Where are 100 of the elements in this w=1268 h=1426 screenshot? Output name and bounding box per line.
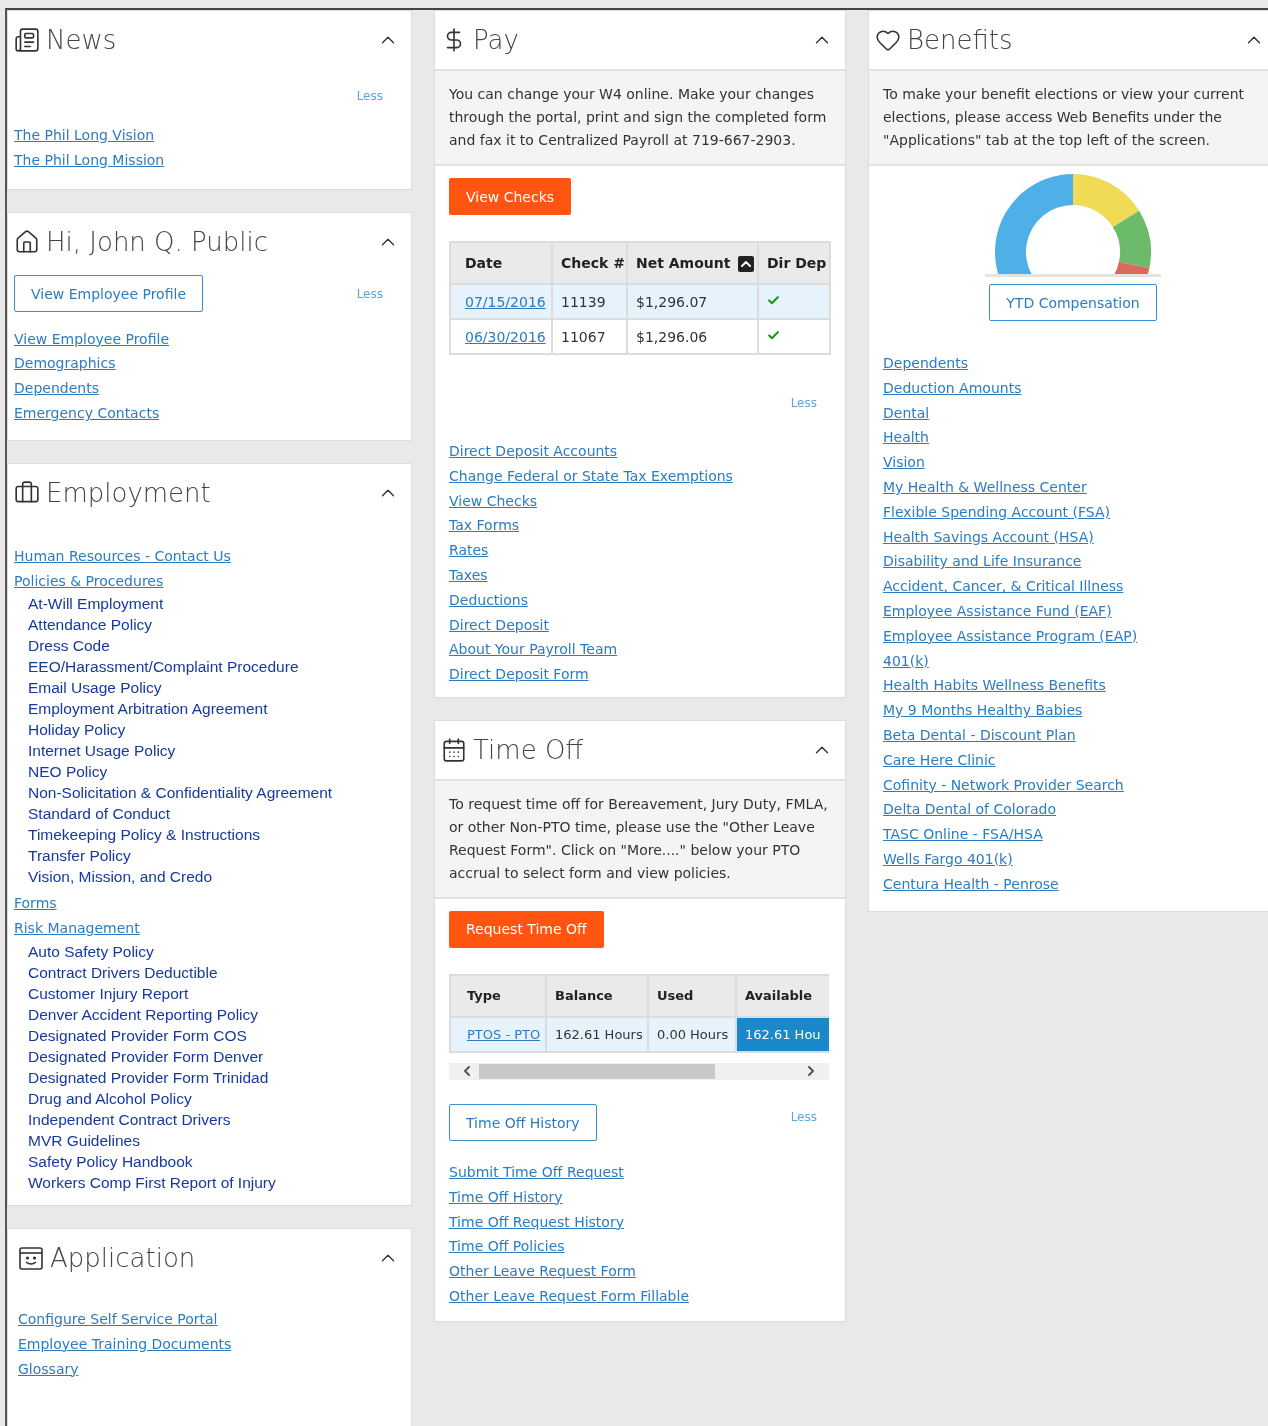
link[interactable]: My Health & Wellness Center [883, 475, 1087, 500]
link[interactable]: Tax Forms [449, 513, 520, 539]
link[interactable]: Employee Assistance Program (EAP) [883, 623, 1138, 649]
link[interactable]: Time Off Policies [449, 1234, 565, 1260]
link[interactable]: The Phil Long Vision [14, 123, 155, 148]
link[interactable]: Risk Management [14, 916, 140, 941]
link[interactable]: Submit Time Off Request [449, 1159, 624, 1185]
link[interactable]: Delta Dental of Colorado [883, 797, 1056, 823]
policy-link[interactable]: Transfer Policy [28, 845, 131, 867]
link[interactable]: 401(k) [883, 648, 929, 674]
link[interactable]: View Employee Profile [14, 326, 169, 352]
less-link[interactable]: Less [356, 286, 383, 301]
scroll-thumb[interactable] [479, 1063, 715, 1079]
link[interactable]: The Phil Long Mission [14, 147, 165, 173]
link[interactable]: Beta Dental - Discount Plan [883, 722, 1076, 748]
policy-link[interactable]: Attendance Policy [28, 614, 153, 636]
link[interactable]: My 9 Months Healthy Babies [883, 698, 1083, 723]
link[interactable]: Employee Assistance Fund (EAF) [883, 598, 1112, 624]
link[interactable]: Emergency Contacts [14, 401, 160, 426]
column-header[interactable]: Available [736, 974, 829, 1017]
link[interactable]: Health [883, 425, 929, 451]
policy-link[interactable]: Customer Injury Report [28, 982, 189, 1004]
link[interactable]: Change Federal or State Tax Exemptions [449, 463, 733, 489]
policy-link[interactable]: Standard of Conduct [28, 803, 171, 825]
link[interactable]: Glossary [18, 1356, 79, 1382]
policy-link[interactable]: Auto Safety Policy [28, 940, 154, 962]
link[interactable]: Health Savings Account (HSA) [883, 524, 1094, 550]
policy-link[interactable]: Employment Arbitration Agreement [28, 698, 268, 720]
link[interactable]: Flexible Spending Account (FSA) [883, 499, 1110, 525]
link[interactable]: Other Leave Request Form Fillable [449, 1283, 689, 1309]
time-off-history-button[interactable]: Time Off History [449, 1104, 597, 1142]
link[interactable]: Vision [883, 450, 925, 475]
link[interactable]: Rates [449, 538, 489, 563]
policy-link[interactable]: Holiday Policy [28, 719, 126, 741]
link[interactable]: Wells Fargo 401(k) [883, 846, 1013, 872]
link[interactable]: Dental [883, 400, 930, 426]
link[interactable]: Deduction Amounts [883, 375, 1022, 401]
policy-link[interactable]: Workers Comp First Report of Injury [28, 1171, 276, 1193]
request-time-off-button[interactable]: Request Time Off [449, 910, 604, 948]
policy-link[interactable]: Dress Code [28, 635, 110, 657]
column-header[interactable]: Used [648, 974, 736, 1017]
link[interactable]: Dependents [883, 351, 968, 376]
policy-link[interactable]: Vision, Mission, and Credo [28, 866, 213, 888]
link[interactable]: Employee Training Documents [18, 1331, 232, 1357]
table-row[interactable]: PTOS - PTO 162.61 Hours 0.00 Hours 162.61 Hou [450, 1016, 829, 1052]
policy-link[interactable]: Timekeeping Policy & Instructions [28, 824, 261, 846]
link[interactable]: Time Off Request History [449, 1209, 624, 1235]
policy-link[interactable]: Designated Provider Form COS [28, 1024, 247, 1046]
policy-link[interactable]: NEO Policy [28, 761, 108, 783]
policy-link[interactable]: Denver Accident Reporting Policy [28, 1003, 259, 1025]
link[interactable]: View Checks [449, 488, 538, 514]
link[interactable]: Demographics [14, 351, 116, 377]
column-header[interactable]: Date [450, 242, 552, 284]
link[interactable]: TASC Online - FSA/HSA [883, 822, 1043, 847]
link[interactable]: Forms [14, 891, 57, 917]
column-header[interactable]: Balance [546, 974, 648, 1017]
less-link[interactable]: Less [356, 89, 383, 103]
link[interactable]: Cofinity - Network Provider Search [883, 772, 1124, 798]
horizontal-scrollbar[interactable] [449, 1062, 829, 1080]
link[interactable]: Accident, Cancer, & Critical Illness [883, 574, 1124, 599]
column-header[interactable]: Dir Dep [758, 242, 830, 284]
link[interactable]: Centura Health - Penrose [883, 871, 1059, 897]
link[interactable]: Direct Deposit Accounts [449, 439, 618, 464]
link[interactable]: Other Leave Request Form [449, 1259, 636, 1284]
policy-link[interactable]: Designated Provider Form Trinidad [28, 1066, 269, 1088]
ytd-compensation-button[interactable]: YTD Compensation [989, 284, 1157, 321]
sort-icon[interactable] [738, 255, 755, 272]
link[interactable]: Policies & Procedures [14, 568, 164, 594]
policy-link[interactable]: Email Usage Policy [28, 677, 162, 699]
column-header[interactable]: Check # [552, 242, 627, 284]
policy-link[interactable]: EEO/Harassment/Complaint Procedure [28, 656, 299, 678]
policy-link[interactable]: Contract Drivers Deductible [28, 961, 218, 983]
link[interactable]: Deductions [449, 587, 528, 613]
policy-link[interactable]: Drug and Alcohol Policy [28, 1087, 192, 1109]
column-header[interactable]: Type [450, 974, 546, 1017]
link[interactable]: Dependents [14, 376, 99, 401]
table-row[interactable]: 07/15/2016 11139 $1,296.07 [450, 284, 830, 319]
view-checks-button[interactable]: View Checks [449, 178, 572, 215]
link[interactable]: Direct Deposit Form [449, 662, 589, 687]
policy-link[interactable]: At-Will Employment [28, 593, 164, 615]
view-profile-button[interactable]: View Employee Profile [14, 275, 203, 313]
column-header[interactable]: Net Amount [627, 242, 758, 284]
link[interactable]: Human Resources - Contact Us [14, 543, 231, 569]
link[interactable]: Time Off History [449, 1184, 563, 1210]
link[interactable]: Taxes [449, 563, 488, 588]
link[interactable]: About Your Payroll Team [449, 637, 618, 663]
policy-link[interactable]: Designated Provider Form Denver [28, 1045, 264, 1067]
link[interactable]: Health Habits Wellness Benefits [883, 673, 1106, 699]
link[interactable]: Configure Self Service Portal [18, 1306, 218, 1332]
policy-link[interactable]: Safety Policy Handbook [28, 1150, 193, 1172]
link[interactable]: Disability and Life Insurance [883, 549, 1082, 575]
less-link[interactable]: Less [790, 396, 817, 410]
policy-link[interactable]: Independent Contract Drivers [28, 1108, 231, 1130]
link[interactable]: Direct Deposit [449, 612, 549, 638]
policy-link[interactable]: Internet Usage Policy [28, 740, 176, 762]
policy-link[interactable]: Non-Solicitation & Confidentiality Agreement [28, 782, 333, 804]
link[interactable]: Care Here Clinic [883, 747, 996, 773]
policy-link[interactable]: MVR Guidelines [28, 1129, 140, 1151]
less-link[interactable]: Less [790, 1109, 817, 1124]
table-row[interactable]: 06/30/2016 11067 $1,296.06 [450, 319, 830, 354]
